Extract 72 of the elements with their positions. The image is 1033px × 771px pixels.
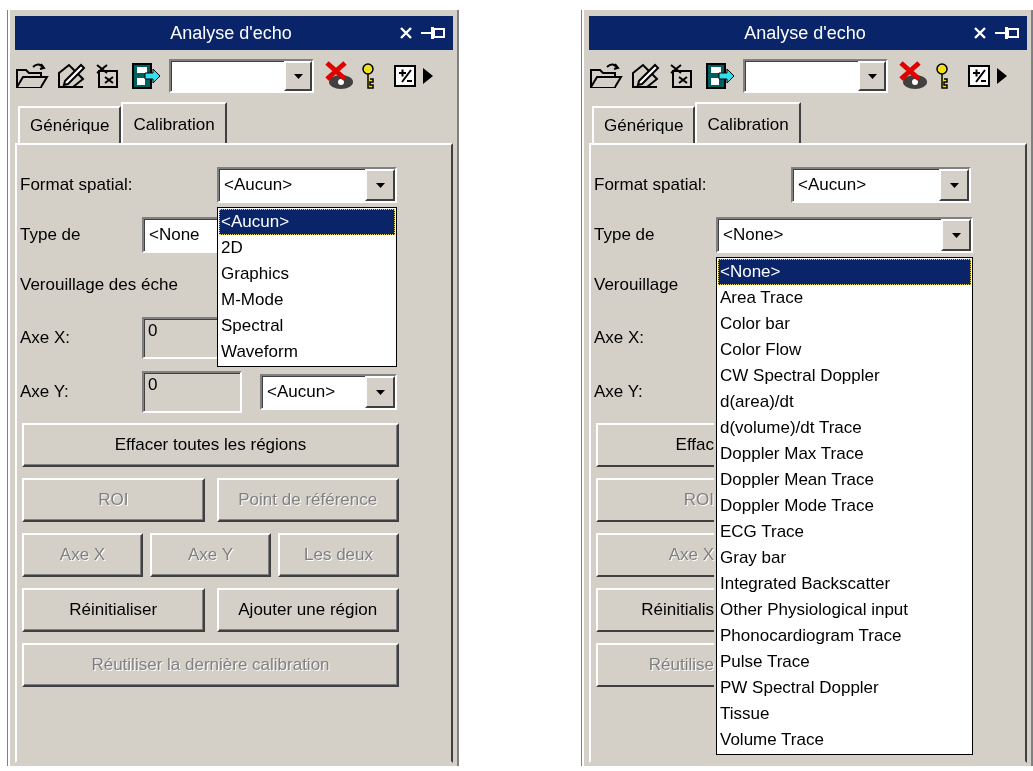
dropdown-field[interactable]: <Aucun>: [791, 167, 971, 203]
edit-icon[interactable]: [55, 61, 87, 91]
eye-cross-icon[interactable]: [898, 60, 928, 92]
button[interactable]: Effacer toutes les régions: [22, 423, 399, 467]
caret-icon: [949, 182, 959, 188]
dropdown-option[interactable]: CW Spectral Doppler: [718, 363, 971, 389]
plus-minus-icon[interactable]: [968, 65, 990, 87]
dropdown-option[interactable]: 2D: [219, 235, 395, 261]
tab[interactable]: Calibration: [695, 102, 801, 143]
toolbar-combo-field[interactable]: [169, 59, 314, 93]
more-icon[interactable]: [996, 67, 1008, 85]
dropdown-option[interactable]: PW Spectral Doppler: [718, 675, 971, 701]
folder-icon[interactable]: [589, 62, 623, 90]
field-label: Axe Y:: [20, 382, 70, 402]
caret-icon: [951, 232, 961, 238]
window-title: Analyse d'echo: [743, 22, 867, 44]
dropdown-option[interactable]: Graphics: [219, 261, 395, 287]
dropdown-option[interactable]: ECG Trace: [718, 519, 971, 545]
eye-cross-icon[interactable]: [324, 60, 354, 92]
dropdown-option[interactable]: Pulse Trace: [718, 649, 971, 675]
dropdown-option[interactable]: Color Flow: [718, 337, 971, 363]
dropdown-field[interactable]: <None: [142, 217, 217, 253]
dropdown-option[interactable]: Gray bar: [718, 545, 971, 571]
dropdown-option[interactable]: Color bar: [718, 311, 971, 337]
pin-icon[interactable]: [421, 26, 445, 40]
plus-minus-icon[interactable]: [394, 65, 416, 87]
dropdown-option[interactable]: <Aucun>: [219, 209, 395, 235]
close-icon[interactable]: [973, 26, 987, 40]
field-label: Verouillage des éche: [20, 275, 178, 295]
tab[interactable]: Calibration: [121, 102, 227, 143]
dropdown-option[interactable]: M-Mode: [219, 287, 395, 313]
caret-icon: [293, 73, 303, 79]
caret-icon: [867, 73, 877, 79]
edit-icon[interactable]: [629, 61, 661, 91]
pin-icon[interactable]: [995, 26, 1019, 40]
dropdown-option[interactable]: Area Trace: [718, 285, 971, 311]
dropdown-option[interactable]: Doppler Max Trace: [718, 441, 971, 467]
button[interactable]: Réinitialiser: [22, 588, 205, 632]
folder-icon[interactable]: [15, 62, 49, 90]
input-field[interactable]: 0: [142, 371, 242, 413]
field-label: Type de: [20, 225, 82, 245]
dropdown-option[interactable]: <None>: [718, 259, 971, 285]
close-icon[interactable]: [399, 26, 413, 40]
tab[interactable]: Générique: [18, 106, 122, 143]
dropdown-option[interactable]: d(area)/dt: [718, 389, 971, 415]
dropdown-option[interactable]: Doppler Mode Trace: [718, 493, 971, 519]
more-icon[interactable]: [422, 67, 434, 85]
dropdown-option[interactable]: Tissue: [718, 701, 971, 727]
field-label: Axe X:: [594, 328, 646, 348]
window-title: Analyse d'echo: [169, 22, 293, 44]
field-label: Verouillage: [594, 275, 679, 295]
dropdown-option[interactable]: Doppler Mean Trace: [718, 467, 971, 493]
export-icon[interactable]: [705, 62, 735, 90]
field-label: Axe X:: [20, 328, 72, 348]
field-label: Type de: [594, 225, 656, 245]
dropdown-field[interactable]: <Aucun>: [260, 374, 397, 410]
tab[interactable]: Générique: [592, 106, 696, 143]
field-label: Format spatial:: [594, 175, 708, 195]
button[interactable]: Effac: [596, 423, 714, 467]
dropdown-option[interactable]: d(volume)/dt Trace: [718, 415, 971, 441]
field-label: Format spatial:: [20, 175, 134, 195]
dropdown-option[interactable]: Phonocardiogram Trace: [718, 623, 971, 649]
button[interactable]: Ajouter une région: [216, 588, 399, 632]
field-label: Axe Y:: [594, 382, 644, 402]
toolbar-combo-field[interactable]: [743, 59, 888, 93]
dropdown-option[interactable]: Volume Trace: [718, 727, 971, 753]
dropdown-option[interactable]: Integrated Backscatter: [718, 571, 971, 597]
caret-icon: [375, 389, 385, 395]
dropdown-option[interactable]: Other Physiological input: [718, 597, 971, 623]
export-icon[interactable]: [131, 62, 161, 90]
button[interactable]: Réinitialis: [596, 588, 714, 632]
caret-icon: [375, 182, 385, 188]
